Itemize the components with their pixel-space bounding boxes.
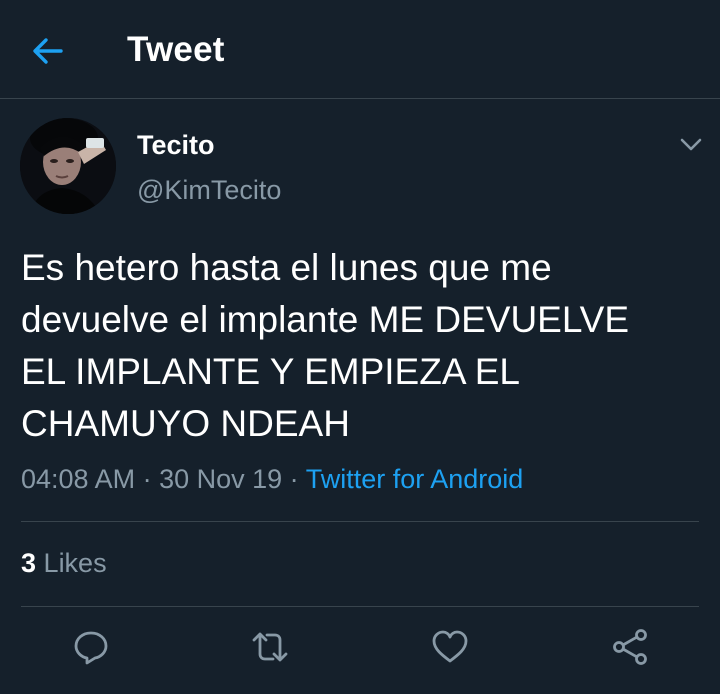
likes-count: 3 xyxy=(21,548,37,578)
tweet-meta: 04:08 AM · 30 Nov 19 · Twitter for Andro… xyxy=(21,464,523,495)
tweet-text: Es hetero hasta el lunes que me devuelve… xyxy=(21,247,630,444)
share-icon xyxy=(613,629,647,665)
divider xyxy=(21,521,699,522)
tweet-options-button[interactable] xyxy=(676,132,706,156)
divider xyxy=(21,606,699,607)
retweet-icon xyxy=(252,632,288,662)
share-button[interactable] xyxy=(610,627,650,667)
likes-link[interactable]: 3 Likes xyxy=(21,548,107,579)
meta-separator-source: · xyxy=(282,464,306,494)
avatar[interactable] xyxy=(20,118,116,214)
tweet-date: 30 Nov 19 xyxy=(159,464,283,494)
likes-label: Likes xyxy=(43,548,107,578)
page-title: Tweet xyxy=(127,30,225,69)
reply-button[interactable] xyxy=(71,627,111,667)
tweet-source-link[interactable]: Twitter for Android xyxy=(306,464,524,494)
top-app-bar: Tweet xyxy=(0,0,720,99)
author-handle[interactable]: @KimTecito xyxy=(137,175,281,206)
reply-icon xyxy=(74,631,108,665)
retweet-button[interactable] xyxy=(250,627,290,667)
arrow-left-icon xyxy=(33,38,63,64)
like-button[interactable] xyxy=(430,627,470,667)
heart-icon xyxy=(432,630,468,663)
avatar-image xyxy=(20,118,116,214)
tweet-time: 04:08 AM xyxy=(21,464,136,494)
chevron-down-icon xyxy=(680,138,702,151)
meta-separator: · xyxy=(135,464,160,494)
author-display-name[interactable]: Tecito xyxy=(137,130,215,161)
back-button[interactable] xyxy=(30,33,66,69)
